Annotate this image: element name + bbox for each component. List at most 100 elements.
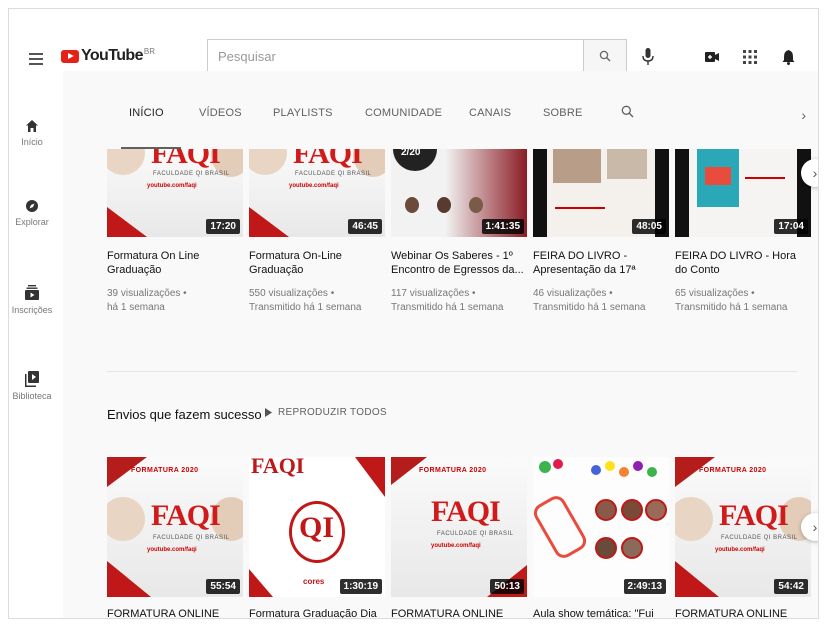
tab-sobre[interactable]: SOBRE [543,107,583,119]
video-title[interactable]: FEIRA DO LIVRO - Apresentação da 17ª Edi… [533,249,669,277]
thumbnail-banner: FORMATURA 2020 [419,467,487,474]
youtube-logo[interactable]: YouTube BR [61,47,155,65]
video-title[interactable]: FORMATURA ONLINE [675,607,811,618]
video-duration: 17:20 [206,219,240,234]
video-duration: 1:41:35 [481,219,524,234]
thumbnail-url: youtube.com/faqi [147,547,197,553]
video-title[interactable]: FORMATURA ONLINE [107,607,243,618]
tab-videos[interactable]: VÍDEOS [199,107,242,119]
video-card[interactable]: 2/20 1:41:35 Webinar Os Saberes - 1º Enc… [391,149,527,315]
video-card[interactable]: FORMATURA 2020 FAQI FACULDADE QI BRASIL … [675,457,811,618]
thumbnail-qi-logo: QI [299,511,335,544]
video-title[interactable]: Formatura On Line Graduação [107,249,243,277]
video-views: 39 visualizações • [107,288,187,299]
video-thumbnail[interactable]: FAQI QI cores 1:30:19 [249,457,385,597]
sidebar-item-label: Inscrições [11,305,53,315]
video-duration: 50:13 [490,579,524,594]
video-duration: 55:54 [206,579,240,594]
video-age: Transmitido há 1 semana [675,302,788,313]
microphone-button[interactable] [641,47,655,67]
thumbnail-logo-text: FAQI [151,499,221,532]
video-title[interactable]: Webinar Os Saberes - 1º Encontro de Egre… [391,249,527,277]
apps-grid-icon [743,50,757,64]
notifications-button[interactable] [780,49,796,65]
video-thumbnail[interactable]: 48:05 [533,149,669,237]
video-card[interactable]: FAQI FACULDADE QI BRASIL youtube.com/faq… [107,149,243,315]
tab-playlists[interactable]: PLAYLISTS [273,107,333,119]
video-thumbnail[interactable]: 17:04 [675,149,811,237]
video-card[interactable]: 48:05 FEIRA DO LIVRO - Apresentação da 1… [533,149,669,315]
video-card[interactable]: FAQI FACULDADE QI BRASIL youtube.com/faq… [249,149,385,315]
channel-search-button[interactable] [621,105,634,123]
thumbnail-subtitle: FACULDADE QI BRASIL [721,535,798,541]
top-right-icons [704,49,796,65]
sidebar-item-subscriptions[interactable]: Inscrições [9,285,55,315]
video-views: 65 visualizações • [675,288,755,299]
video-row-recent: FAQI FACULDADE QI BRASIL youtube.com/faq… [107,149,811,315]
thumbnail-logo-text: FAQI [151,149,221,170]
sidebar-item-label: Início [21,137,43,147]
create-video-button[interactable] [704,49,720,65]
video-card[interactable]: 17:04 FEIRA DO LIVRO - Hora do Conto 65 … [675,149,811,315]
video-card[interactable]: FORMATURA 2020 FAQI FACULDADE QI BRASIL … [391,457,527,618]
sidebar-item-label: Explorar [15,217,49,227]
logo-country: BR [143,46,155,56]
video-card[interactable]: FORMATURA 2020 FAQI FACULDADE QI BRASIL … [107,457,243,618]
video-card[interactable]: FAQI QI cores 1:30:19 Formatura Graduaçã… [249,457,385,618]
play-all-button[interactable]: REPRODUZIR TODOS [265,407,387,418]
subscriptions-icon [25,285,39,300]
sidebar-item-label: Biblioteca [12,391,52,401]
search-bar [207,39,627,73]
thumbnail-subtitle: FACULDADE QI BRASIL [295,171,372,177]
video-thumbnail[interactable]: 2:49:13 [533,457,669,597]
video-title[interactable]: Formatura On-Line Graduação [249,249,385,277]
video-title[interactable]: Aula show temática: "Fui [533,607,669,618]
search-button[interactable] [583,39,627,73]
compass-icon [26,200,38,212]
video-title[interactable]: Formatura Graduação Dia 18 [249,607,385,618]
video-title[interactable]: FEIRA DO LIVRO - Hora do Conto [675,249,811,277]
sidebar-item-home[interactable]: Início [9,119,55,147]
thumbnail-url: youtube.com/faqi [289,183,339,189]
video-thumbnail[interactable]: FORMATURA 2020 FAQI FACULDADE QI BRASIL … [107,457,243,597]
video-duration: 17:04 [774,219,808,234]
video-card[interactable]: 2:49:13 Aula show temática: "Fui [533,457,669,618]
section-title: Envios que fazem sucesso [107,407,262,422]
thumbnail-banner: FORMATURA 2020 [699,467,767,474]
tab-inicio[interactable]: INÍCIO [129,107,164,119]
menu-icon[interactable] [29,53,43,65]
thumbnail-logo-text: FAQI [719,499,789,532]
video-thumbnail[interactable]: FAQI FACULDADE QI BRASIL youtube.com/faq… [107,149,243,237]
tab-canais[interactable]: CANAIS [469,107,511,119]
microphone-icon [642,48,654,65]
chevron-right-icon[interactable]: › [801,107,806,123]
youtube-play-icon [61,49,79,63]
channel-content: FAQI FACULDADE QI BRASIL youtube.com/faq… [63,149,818,618]
top-bar: YouTube BR [9,9,818,73]
video-views: 117 visualizações • [391,288,476,299]
video-age: Transmitido há 1 semana [391,302,504,313]
search-icon [621,105,634,118]
search-icon [599,50,611,62]
video-title[interactable]: FORMATURA ONLINE [391,607,527,618]
video-age: há 1 semana [107,302,165,313]
search-input[interactable] [207,39,583,73]
thumbnail-caption: cores [303,577,325,586]
home-icon [26,120,38,132]
video-age: Transmitido há 1 semana [249,302,362,313]
sidebar-item-library[interactable]: Biblioteca [9,371,55,401]
thumbnail-subtitle: FACULDADE QI BRASIL [153,535,230,541]
video-duration: 1:30:19 [339,579,382,594]
play-all-label: REPRODUZIR TODOS [278,407,387,418]
video-views: 550 visualizações • [249,288,335,299]
video-age: Transmitido há 1 semana [533,302,646,313]
tab-comunidade[interactable]: COMUNIDADE [365,107,442,119]
thumbnail-url: youtube.com/faqi [431,543,481,549]
video-thumbnail[interactable]: FORMATURA 2020 FAQI FACULDADE QI BRASIL … [675,457,811,597]
sidebar-item-explore[interactable]: Explorar [9,199,55,227]
channel-tabs: INÍCIO VÍDEOS PLAYLISTS COMUNIDADE CANAI… [63,71,818,149]
apps-button[interactable] [742,49,758,65]
video-thumbnail[interactable]: FORMATURA 2020 FAQI FACULDADE QI BRASIL … [391,457,527,597]
video-thumbnail[interactable]: FAQI FACULDADE QI BRASIL youtube.com/faq… [249,149,385,237]
video-thumbnail[interactable]: 2/20 1:41:35 [391,149,527,237]
